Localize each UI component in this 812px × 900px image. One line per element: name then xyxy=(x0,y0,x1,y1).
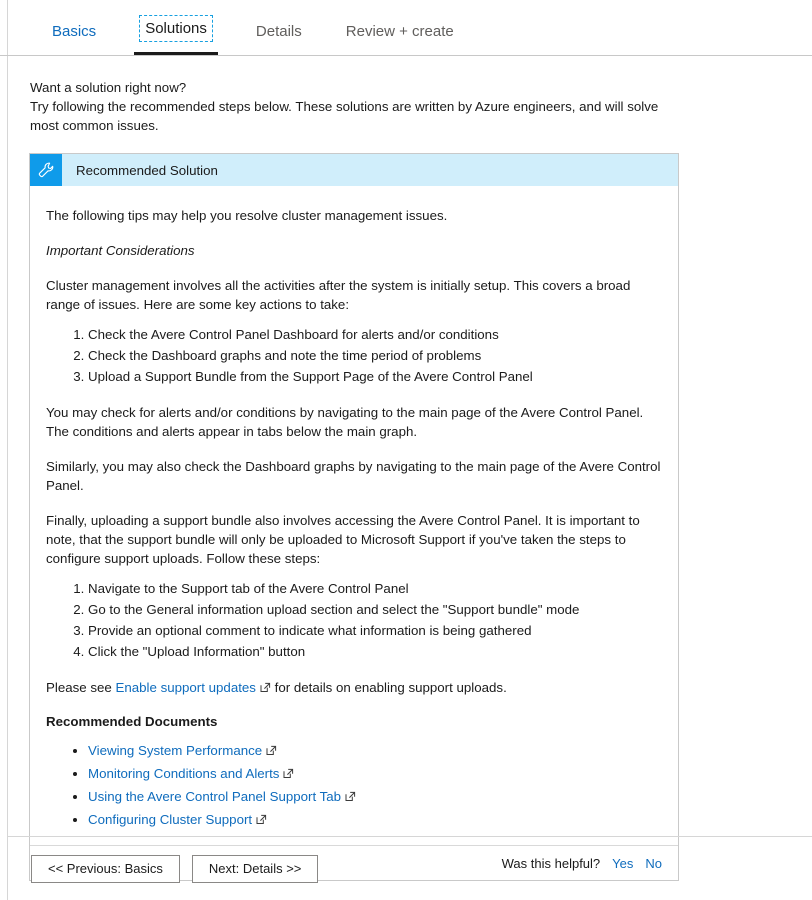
tab-basics-label: Basics xyxy=(52,23,97,40)
recommended-documents-heading: Recommended Documents xyxy=(46,714,218,729)
document-link-viewing-system-performance[interactable]: Viewing System Performance xyxy=(88,743,262,758)
important-considerations-heading: Important Considerations xyxy=(46,243,195,258)
external-link-icon xyxy=(256,811,267,830)
recommended-solution-card: Recommended Solution The following tips … xyxy=(29,153,679,881)
tab-details-label: Details xyxy=(255,23,302,40)
list-item: Viewing System Performance xyxy=(88,739,662,762)
list-item: Check the Avere Control Panel Dashboard … xyxy=(88,324,662,345)
wizard-footer: << Previous: Basics Next: Details >> xyxy=(0,837,812,900)
list-item: Monitoring Conditions and Alerts xyxy=(88,762,662,785)
wizard-tabs: Basics Solutions Details Review + create xyxy=(0,0,812,56)
list-item: Check the Dashboard graphs and note the … xyxy=(88,345,662,366)
list-item: Navigate to the Support tab of the Avere… xyxy=(88,578,662,599)
key-actions-list: Check the Avere Control Panel Dashboard … xyxy=(46,324,662,387)
enable-support-updates-link[interactable]: Enable support updates xyxy=(115,680,255,695)
dashboard-graphs-paragraph: Similarly, you may also check the Dashbo… xyxy=(46,459,661,493)
tab-solutions-label: Solutions xyxy=(139,15,213,42)
card-header: Recommended Solution xyxy=(30,154,678,186)
tab-review-create-label: Review + create xyxy=(345,23,454,40)
list-item: Provide an optional comment to indicate … xyxy=(88,620,662,641)
external-link-icon xyxy=(345,788,356,807)
document-link-using-the-avere-control-panel-support-tab[interactable]: Using the Avere Control Panel Support Ta… xyxy=(88,789,341,804)
next-details-button[interactable]: Next: Details >> xyxy=(191,854,319,883)
intro-text: Want a solution right now? Try following… xyxy=(0,56,720,135)
see-also-suffix: for details on enabling support uploads. xyxy=(270,680,507,695)
list-item: Click the "Upload Information" button xyxy=(88,641,662,662)
cluster-management-paragraph: Cluster management involves all the acti… xyxy=(46,278,631,312)
tab-solutions[interactable]: Solutions xyxy=(118,15,234,55)
tab-basics[interactable]: Basics xyxy=(30,23,118,55)
wrench-icon xyxy=(30,154,62,186)
external-link-icon xyxy=(260,679,271,698)
alerts-paragraph: You may check for alerts and/or conditio… xyxy=(46,405,644,439)
upload-steps-list: Navigate to the Support tab of the Avere… xyxy=(46,578,662,662)
previous-basics-button[interactable]: << Previous: Basics xyxy=(31,854,180,883)
card-body: The following tips may help you resolve … xyxy=(30,186,678,845)
card-intro-paragraph: The following tips may help you resolve … xyxy=(46,208,448,223)
external-link-icon xyxy=(283,765,294,784)
recommended-documents-list: Viewing System Performance Monitoring Co… xyxy=(46,739,662,831)
intro-line-2: Try following the recommended steps belo… xyxy=(30,99,659,133)
list-item: Upload a Support Bundle from the Support… xyxy=(88,366,662,387)
external-link-icon xyxy=(266,742,277,761)
card-header-title: Recommended Solution xyxy=(76,162,218,178)
tab-review-create[interactable]: Review + create xyxy=(324,23,476,55)
page-left-rail xyxy=(7,0,8,900)
list-item: Configuring Cluster Support xyxy=(88,808,662,831)
see-also-paragraph: Please see Enable support updates for de… xyxy=(46,672,662,708)
list-item: Using the Avere Control Panel Support Ta… xyxy=(88,785,662,808)
see-also-prefix: Please see xyxy=(46,680,116,695)
document-link-configuring-cluster-support[interactable]: Configuring Cluster Support xyxy=(88,812,252,827)
tab-details[interactable]: Details xyxy=(234,23,324,55)
list-item: Go to the General information upload sec… xyxy=(88,599,662,620)
intro-line-1: Want a solution right now? xyxy=(30,80,187,95)
support-bundle-paragraph: Finally, uploading a support bundle also… xyxy=(46,513,640,566)
document-link-monitoring-conditions-and-alerts[interactable]: Monitoring Conditions and Alerts xyxy=(88,766,279,781)
